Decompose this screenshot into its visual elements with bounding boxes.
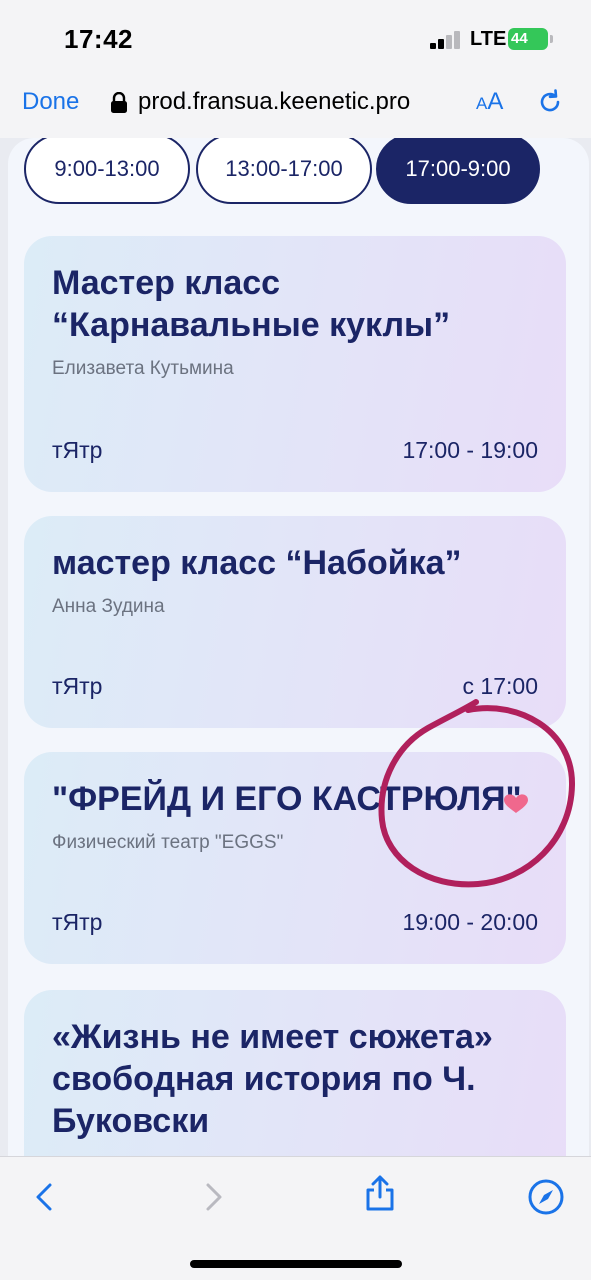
event-title: мастер класс “Набойка” [52,544,462,582]
text-size-big-label: A [487,88,504,115]
share-icon[interactable] [360,1173,400,1213]
event-host: Елизавета Кутьмина [52,358,234,379]
browser-url-bar: Done prod.fransua.keenetic.pro AA [0,80,591,140]
event-host: Физический театр "EGGS" [52,832,284,853]
status-time: 17:42 [64,24,133,54]
back-icon[interactable] [24,1177,64,1217]
event-card[interactable]: Мастер класс “Карнавальные куклы” Елизав… [24,236,566,492]
forward-icon[interactable] [194,1177,234,1217]
home-indicator [190,1260,402,1268]
text-size-small-label: A [476,94,488,113]
event-venue: тЯтр [52,437,103,463]
compass-icon[interactable] [526,1177,566,1217]
battery-level: 44 [511,30,528,47]
web-content: 9:00-13:00 13:00-17:00 17:00-9:00 Мастер… [0,138,591,1158]
battery-icon: 44 [508,28,553,50]
signal-strength-icon [430,31,464,49]
event-card[interactable]: мастер класс “Набойка” Анна Зудина тЯтр … [24,516,566,728]
event-card[interactable]: «Жизнь не имеет сюжета» свободная истори… [24,990,566,1158]
text-size-button[interactable]: AA [476,88,503,116]
event-time: с 17:00 [462,673,538,699]
event-time: 17:00 - 19:00 [402,437,538,463]
event-venue: тЯтр [52,909,103,935]
event-card[interactable]: "ФРЕЙД И ЕГО КАСТРЮЛЯ" Физический театр … [24,752,566,964]
tab-17-9[interactable]: 17:00-9:00 [376,138,540,204]
event-time: 19:00 - 20:00 [402,909,538,935]
event-venue: тЯтр [52,673,103,699]
page-background: 9:00-13:00 13:00-17:00 17:00-9:00 Мастер… [8,138,589,1158]
network-type: LTE [470,28,507,50]
status-bar: 17:42 LTE 44 [0,0,591,80]
tab-9-13[interactable]: 9:00-13:00 [24,138,190,204]
tab-13-17[interactable]: 13:00-17:00 [196,138,372,204]
url-field[interactable]: prod.fransua.keenetic.pro [138,88,410,116]
time-filter-tabs: 9:00-13:00 13:00-17:00 17:00-9:00 [24,138,564,206]
event-title: "ФРЕЙД И ЕГО КАСТРЮЛЯ" [52,780,522,818]
reload-icon[interactable] [536,88,564,116]
lock-icon [111,92,127,113]
event-title: «Жизнь не имеет сюжета» свободная истори… [52,1018,493,1140]
event-title: Мастер класс “Карнавальные куклы” [52,264,451,344]
done-button[interactable]: Done [22,88,79,116]
event-host: Анна Зудина [52,596,165,617]
